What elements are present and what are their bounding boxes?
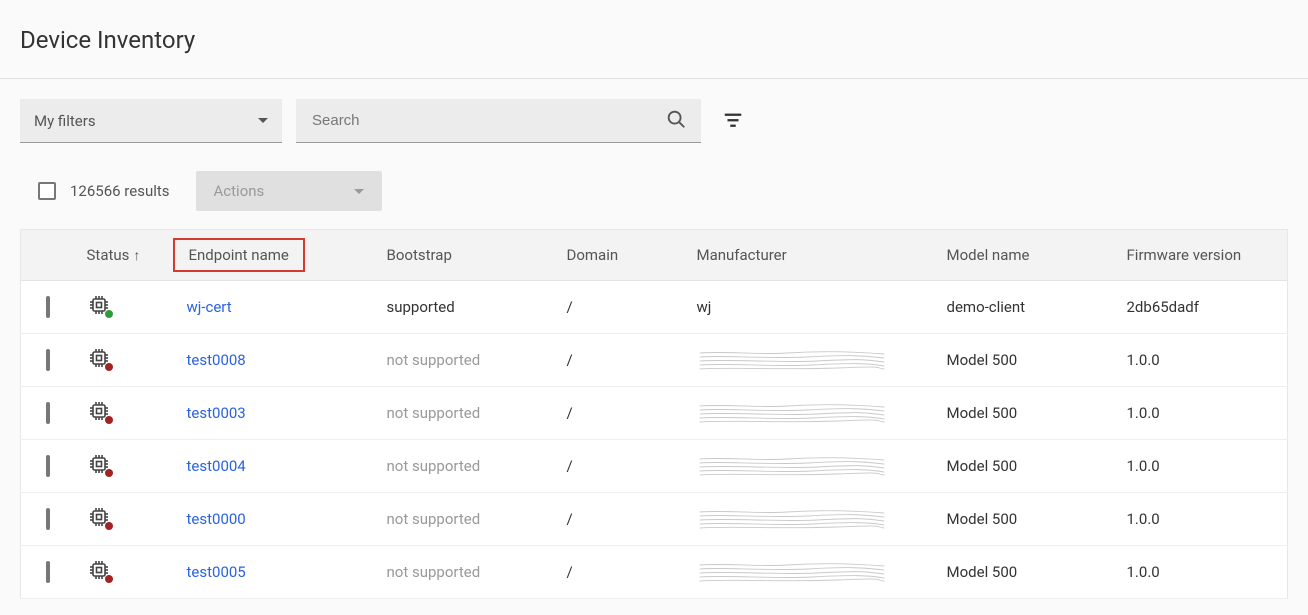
endpoint-link[interactable]: wj-cert <box>187 298 232 316</box>
chevron-down-icon <box>258 118 268 123</box>
results-bar: 126566 results Actions <box>20 171 1288 211</box>
status-dot-icon <box>105 575 113 583</box>
status-dot-icon <box>105 416 113 424</box>
bootstrap-value: not supported <box>387 510 481 528</box>
domain-value: / <box>567 563 573 581</box>
model-value: Model 500 <box>947 510 1018 528</box>
domain-value: / <box>567 510 573 528</box>
divider <box>0 78 1308 79</box>
my-filters-label: My filters <box>34 112 96 130</box>
model-value: Model 500 <box>947 563 1018 581</box>
table-row: test0005 not supported / Model 500 1.0.0 <box>21 546 1288 599</box>
domain-value: / <box>567 457 573 475</box>
highlight-box: Endpoint name <box>173 238 305 272</box>
bootstrap-value: supported <box>387 298 455 316</box>
redacted-text <box>697 455 887 477</box>
select-all-checkbox[interactable] <box>38 182 56 200</box>
col-header-endpoint[interactable]: Endpoint name <box>175 230 375 281</box>
firmware-value: 1.0.0 <box>1127 563 1160 581</box>
my-filters-dropdown[interactable]: My filters <box>20 99 282 143</box>
manufacturer-value: wj <box>697 298 712 316</box>
redacted-text <box>697 508 887 530</box>
col-header-status-label: Status <box>87 246 130 264</box>
col-header-model[interactable]: Model name <box>935 230 1115 281</box>
filter-bar: My filters <box>20 99 1288 143</box>
firmware-value: 1.0.0 <box>1127 510 1160 528</box>
chevron-down-icon <box>354 189 364 194</box>
col-header-status[interactable]: Status↑ <box>75 230 175 281</box>
filter-list-button[interactable] <box>715 103 751 139</box>
firmware-value: 1.0.0 <box>1127 457 1160 475</box>
col-header-bootstrap[interactable]: Bootstrap <box>375 230 555 281</box>
row-checkbox[interactable] <box>46 402 50 424</box>
model-value: Model 500 <box>947 351 1018 369</box>
model-value: Model 500 <box>947 404 1018 422</box>
endpoint-link[interactable]: test0005 <box>187 563 246 581</box>
status-dot-icon <box>105 522 113 530</box>
device-table: Status↑ Endpoint name Bootstrap Domain M… <box>20 229 1288 599</box>
table-header-row: Status↑ Endpoint name Bootstrap Domain M… <box>21 230 1288 281</box>
model-value: demo-client <box>947 298 1026 316</box>
firmware-value: 1.0.0 <box>1127 404 1160 422</box>
device-chip-icon <box>87 452 111 476</box>
status-dot-icon <box>105 469 113 477</box>
filter-list-icon <box>722 109 744 134</box>
status-dot-icon <box>105 310 113 318</box>
col-header-domain[interactable]: Domain <box>555 230 685 281</box>
redacted-text <box>697 561 887 583</box>
page-title: Device Inventory <box>20 26 1288 54</box>
redacted-text <box>697 402 887 424</box>
table-row: wj-cert supported / wj demo-client 2db65… <box>21 281 1288 334</box>
table-row: test0008 not supported / Model 500 1.0.0 <box>21 334 1288 387</box>
model-value: Model 500 <box>947 457 1018 475</box>
search-box[interactable] <box>296 99 701 143</box>
device-chip-icon <box>87 399 111 423</box>
table-row: test0003 not supported / Model 500 1.0.0 <box>21 387 1288 440</box>
col-header-manufacturer[interactable]: Manufacturer <box>685 230 935 281</box>
row-checkbox[interactable] <box>46 455 50 477</box>
device-chip-icon <box>87 505 111 529</box>
row-checkbox[interactable] <box>46 561 50 583</box>
row-checkbox[interactable] <box>46 508 50 530</box>
redacted-text <box>697 349 887 371</box>
endpoint-link[interactable]: test0003 <box>187 404 246 422</box>
endpoint-link[interactable]: test0000 <box>187 510 246 528</box>
actions-dropdown[interactable]: Actions <box>196 171 383 211</box>
bootstrap-value: not supported <box>387 351 481 369</box>
table-row: test0004 not supported / Model 500 1.0.0 <box>21 440 1288 493</box>
endpoint-link[interactable]: test0008 <box>187 351 246 369</box>
bootstrap-value: not supported <box>387 457 481 475</box>
status-dot-icon <box>105 363 113 371</box>
col-header-checkbox <box>21 230 75 281</box>
search-icon[interactable] <box>665 108 687 134</box>
row-checkbox[interactable] <box>46 296 50 318</box>
col-header-firmware[interactable]: Firmware version <box>1115 230 1288 281</box>
domain-value: / <box>567 404 573 422</box>
firmware-value: 2db65dadf <box>1127 298 1199 316</box>
device-chip-icon <box>87 558 111 582</box>
results-count: 126566 results <box>70 182 170 200</box>
col-header-endpoint-label: Endpoint name <box>189 246 289 264</box>
domain-value: / <box>567 351 573 369</box>
firmware-value: 1.0.0 <box>1127 351 1160 369</box>
row-checkbox[interactable] <box>46 349 50 371</box>
domain-value: / <box>567 298 573 316</box>
sort-asc-icon: ↑ <box>133 248 140 264</box>
bootstrap-value: not supported <box>387 404 481 422</box>
actions-label: Actions <box>214 182 265 200</box>
table-row: test0000 not supported / Model 500 1.0.0 <box>21 493 1288 546</box>
device-chip-icon <box>87 346 111 370</box>
device-chip-icon <box>87 293 111 317</box>
bootstrap-value: not supported <box>387 563 481 581</box>
search-input[interactable] <box>310 111 665 130</box>
endpoint-link[interactable]: test0004 <box>187 457 246 475</box>
